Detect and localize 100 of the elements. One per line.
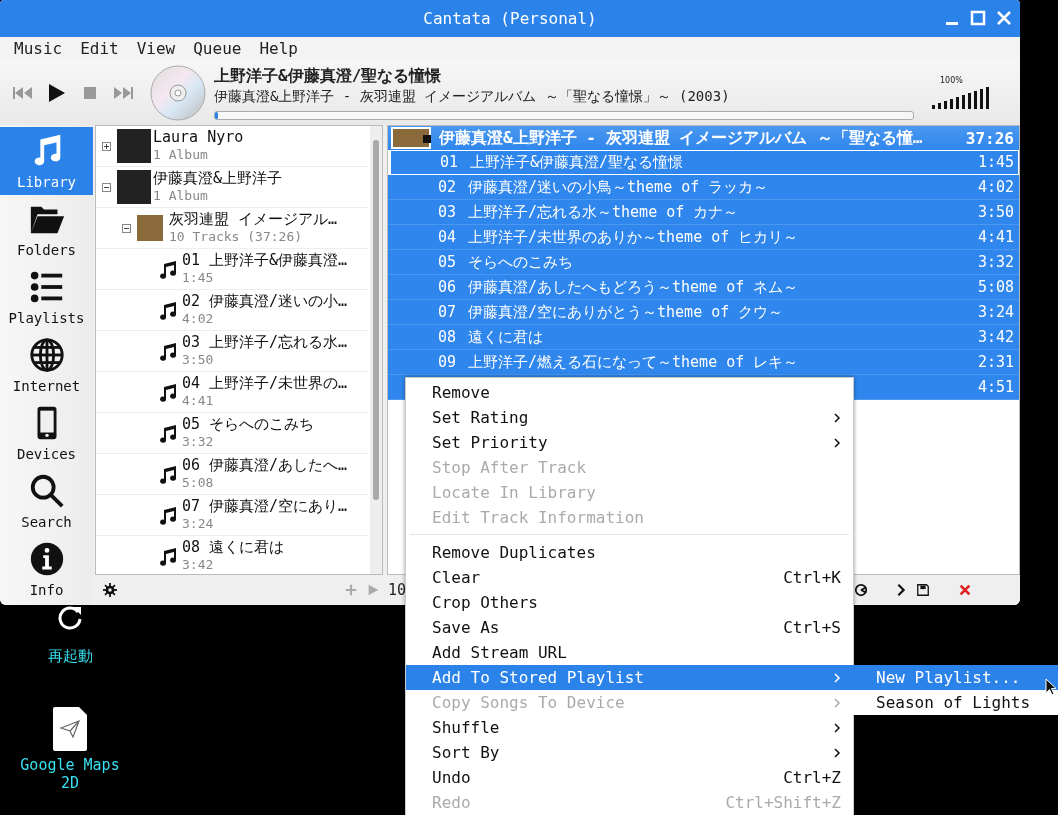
track-name: 上野洋子/未世界のありか～theme of ヒカリ～: [468, 227, 800, 247]
sidebar-tab[interactable]: Internet: [0, 331, 93, 399]
track-duration: 2:31: [977, 353, 1014, 371]
menu-item[interactable]: Sort By: [406, 740, 853, 765]
sidebar-tab[interactable]: Search: [0, 467, 93, 535]
menu-item[interactable]: Season of Lights: [850, 690, 1058, 715]
item-detail: 4:41: [182, 392, 215, 410]
menu-item[interactable]: Remove: [406, 380, 853, 405]
artist-photo-placeholder: [117, 170, 151, 204]
track-name: 伊藤真澄/空にありがとう～theme of クウ～: [468, 302, 785, 322]
volume-meter[interactable]: [932, 85, 989, 109]
menu-item[interactable]: New Playlist...: [850, 665, 1058, 690]
menu-item[interactable]: Add Stream URL: [406, 640, 853, 665]
gear-icon[interactable]: [103, 583, 117, 597]
sidebar-label: Library: [17, 174, 76, 190]
queue-row[interactable]: 03 上野洋子/忘れる水～theme of カナ～ 3:50: [388, 200, 1019, 225]
track-name: 伊藤真澄/あしたへもどろう～theme of ネム～: [468, 277, 800, 297]
queue-row[interactable]: 04 上野洋子/未世界のありか～theme of ヒカリ～ 4:41: [388, 225, 1019, 250]
music-note-icon: [158, 341, 178, 361]
library-item[interactable]: 04 上野洋子/未世界の… 4:41: [96, 372, 368, 413]
menu-item[interactable]: Clear Ctrl+K: [406, 565, 853, 590]
music-note-icon: [158, 382, 178, 402]
library-item[interactable]: 05 そらへのこみち 3:32: [96, 413, 368, 454]
track-number: 03: [438, 203, 458, 221]
item-title: 07 伊藤真澄/空にあり…: [182, 497, 348, 515]
sidebar-tab[interactable]: Playlists: [0, 263, 93, 331]
track-duration: 5:08: [977, 278, 1014, 296]
maximize-icon[interactable]: [970, 10, 986, 26]
queue-row[interactable]: 08 遠くに君は 3:42: [388, 325, 1019, 350]
item-title: 06 伊藤真澄/あしたへ…: [182, 456, 348, 474]
item-title: 03 上野洋子/忘れる水…: [182, 333, 348, 351]
track-number: 07: [438, 303, 458, 321]
library-item[interactable]: 07 伊藤真澄/空にあり… 3:24: [96, 495, 368, 536]
library-item[interactable]: 01 上野洋子&伊藤真澄… 1:45: [96, 249, 368, 290]
item-title: 04 上野洋子/未世界の…: [182, 374, 348, 392]
album-title: 伊藤真澄&上野洋子 - 灰羽連盟 イメージアルバム ～「聖なる憧…: [439, 127, 924, 149]
menu-item[interactable]: Remove Duplicates: [406, 540, 853, 565]
track-name: 上野洋子/忘れる水～theme of カナ～: [468, 202, 740, 222]
track-duration: 4:41: [977, 228, 1014, 246]
track-duration: 4:51: [977, 378, 1014, 396]
item-detail: 3:50: [182, 351, 215, 369]
queue-row[interactable]: 01 上野洋子&伊藤真澄/聖なる憧憬 1:45: [390, 150, 1019, 175]
item-title: 01 上野洋子&伊藤真澄…: [182, 251, 348, 269]
sidebar-label: Devices: [17, 446, 76, 462]
menu-item[interactable]: Queue: [193, 39, 242, 58]
save-icon[interactable]: [916, 583, 931, 597]
track-duration: 4:02: [977, 178, 1014, 196]
chevron-right-icon: [833, 721, 841, 734]
sidebar-tab[interactable]: Devices: [0, 399, 93, 467]
menu-item[interactable]: Music: [14, 39, 63, 58]
collapse-icon[interactable]: [102, 182, 111, 192]
menu-item[interactable]: Edit: [80, 39, 119, 58]
track-name: そらへのこみち: [468, 252, 574, 272]
library-item[interactable]: 02 伊藤真澄/迷いの小… 4:02: [96, 290, 368, 331]
track-number: 05: [438, 253, 458, 271]
menu-item[interactable]: Crop Others: [406, 590, 853, 615]
sidebar-tab[interactable]: Info: [0, 535, 93, 603]
clock-icon[interactable]: [854, 583, 869, 597]
track-number: 06: [438, 278, 458, 296]
library-item[interactable]: 06 伊藤真澄/あしたへ… 5:08: [96, 454, 368, 495]
menu-item[interactable]: Undo Ctrl+Z: [406, 765, 853, 790]
track-title: 上野洋子&伊藤真澄/聖なる憧憬: [214, 65, 443, 87]
sidebar-tab[interactable]: Library: [0, 127, 93, 195]
queue-row[interactable]: 02 伊藤真澄/迷いの小鳥～theme of ラッカ～ 4:02: [388, 175, 1019, 200]
track-duration: 3:42: [977, 328, 1014, 346]
menu-item[interactable]: View: [136, 39, 176, 58]
close-icon[interactable]: [958, 583, 973, 597]
sidebar-tab[interactable]: Folders: [0, 195, 93, 263]
menu-item[interactable]: Set Priority: [406, 430, 853, 455]
sidebar-label: Folders: [17, 242, 76, 258]
item-title: 02 伊藤真澄/迷いの小…: [182, 292, 348, 310]
expand-icon[interactable]: [102, 141, 111, 151]
track-number: 04: [438, 228, 458, 246]
library-item[interactable]: Laura Nyro 1 Album: [96, 126, 368, 167]
item-title: Laura Nyro: [153, 128, 244, 146]
track-number: 09: [438, 353, 458, 371]
library-item[interactable]: 03 上野洋子/忘れる水… 3:50: [96, 331, 368, 372]
library-item[interactable]: 灰羽連盟 イメージアル… 10 Tracks (37:26): [96, 208, 368, 249]
desktop-icon-label: Google Maps 2D: [19, 756, 121, 792]
queue-count: 10: [388, 581, 407, 599]
library-item[interactable]: 伊藤真澄&上野洋子 1 Album: [96, 167, 368, 208]
queue-row[interactable]: 06 伊藤真澄/あしたへもどろう～theme of ネム～ 5:08: [388, 275, 1019, 300]
file-icon[interactable]: [52, 706, 88, 752]
music-note-icon: [158, 300, 178, 320]
close-icon[interactable]: [996, 10, 1012, 26]
menu-item[interactable]: Help: [259, 39, 298, 58]
menu-item[interactable]: Save As Ctrl+S: [406, 615, 853, 640]
track-duration: 3:24: [977, 303, 1014, 321]
queue-row[interactable]: 07 伊藤真澄/空にありがとう～theme of クウ～ 3:24: [388, 300, 1019, 325]
menu-item[interactable]: Add To Stored Playlist: [406, 665, 853, 690]
menu-item[interactable]: Set Rating: [406, 405, 853, 430]
queue-row[interactable]: 05 そらへのこみち 3:32: [388, 250, 1019, 275]
track-name: 上野洋子&伊藤真澄/聖なる憧憬: [470, 152, 685, 172]
collapse-icon[interactable]: [122, 223, 131, 233]
music-note-icon: [158, 505, 178, 525]
music-note-icon: [158, 423, 178, 443]
globe-icon: [27, 336, 66, 374]
item-title: 08 遠くに君は: [182, 538, 285, 556]
queue-row[interactable]: 09 上野洋子/燃える石になって～theme of レキ～ 2:31: [388, 350, 1019, 375]
menu-item[interactable]: Shuffle: [406, 715, 853, 740]
